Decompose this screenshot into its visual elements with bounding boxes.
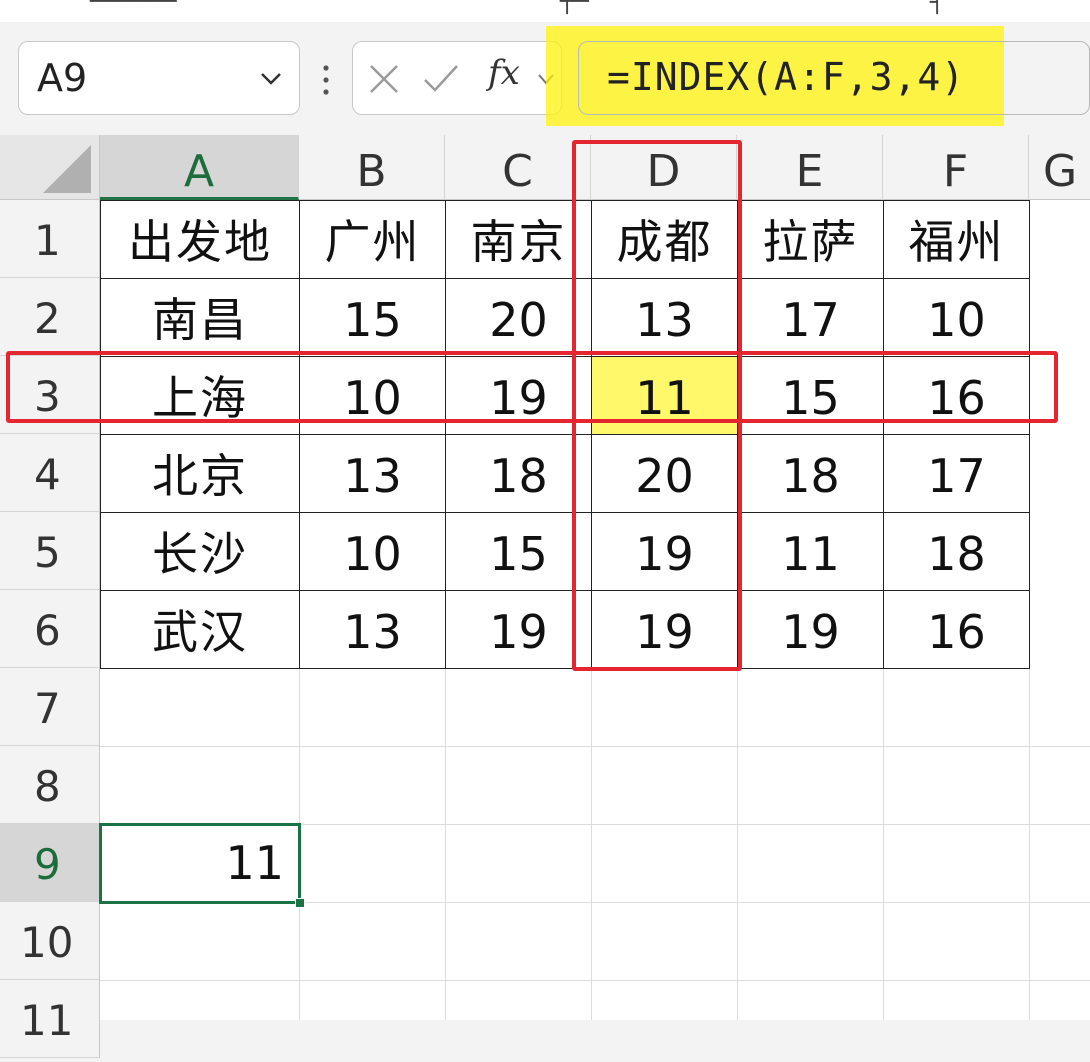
select-all-button[interactable]	[0, 135, 100, 200]
ribbon-fragment: ╕	[930, 0, 945, 14]
fill-handle[interactable]	[295, 898, 305, 908]
table-cell-b5[interactable]: 10	[299, 512, 446, 591]
ribbon-fragment: ━━━━━━	[90, 0, 177, 14]
table-cell-f1[interactable]: 福州	[883, 200, 1030, 279]
table-cell-f4[interactable]: 17	[883, 434, 1030, 513]
check-icon[interactable]	[421, 62, 461, 96]
row-header-6[interactable]: 6	[0, 590, 100, 668]
row-header-4[interactable]: 4	[0, 434, 100, 512]
name-box[interactable]: A9	[18, 41, 300, 115]
table-cell-b4[interactable]: 13	[299, 434, 446, 513]
table-cell-f2[interactable]: 10	[883, 278, 1030, 357]
table-cell-a6[interactable]: 武汉	[100, 590, 300, 669]
table-cell-b6[interactable]: 13	[299, 590, 446, 669]
table-cell-f6[interactable]: 16	[883, 590, 1030, 669]
column-header-b[interactable]: B	[299, 135, 445, 200]
insert-function-button[interactable]: fx	[488, 53, 520, 93]
table-cell-e5[interactable]: 11	[737, 512, 884, 591]
active-cell-a9[interactable]: 11	[99, 823, 301, 904]
table-cell-e4[interactable]: 18	[737, 434, 884, 513]
row-header-2[interactable]: 2	[0, 278, 100, 356]
row-3-annotation-box	[6, 351, 1058, 423]
column-header-a[interactable]: A	[100, 135, 299, 200]
select-all-icon	[43, 145, 91, 193]
table-cell-c5[interactable]: 15	[445, 512, 592, 591]
column-header-f[interactable]: F	[883, 135, 1029, 200]
table-cell-b2[interactable]: 15	[299, 278, 446, 357]
table-cell-f5[interactable]: 18	[883, 512, 1030, 591]
table-cell-e2[interactable]: 17	[737, 278, 884, 357]
row-header-7[interactable]: 7	[0, 668, 100, 746]
chevron-down-icon[interactable]	[257, 64, 285, 92]
row-header-9[interactable]: 9	[0, 824, 100, 902]
formula-text: =INDEX(A:F,3,4)	[607, 55, 966, 99]
formula-controls: fx	[352, 41, 562, 115]
row-header-10[interactable]: 10	[0, 902, 100, 980]
row-header-8[interactable]: 8	[0, 746, 100, 824]
cancel-icon[interactable]	[367, 62, 401, 96]
table-cell-e6[interactable]: 19	[737, 590, 884, 669]
ribbon-fragment: ┯┷	[560, 0, 589, 14]
column-header-e[interactable]: E	[737, 135, 883, 200]
ribbon-strip: ━━━━━━ ┯┷ ╕	[0, 0, 1090, 22]
more-vertical-icon[interactable]	[318, 60, 334, 100]
cell-value: 11	[225, 836, 284, 890]
table-cell-c2[interactable]: 20	[445, 278, 592, 357]
gridline	[100, 746, 1090, 747]
table-cell-a1[interactable]: 出发地	[100, 200, 300, 279]
table-cell-b1[interactable]: 广州	[299, 200, 446, 279]
row-header-11[interactable]: 11	[0, 980, 100, 1058]
table-cell-c6[interactable]: 19	[445, 590, 592, 669]
table-cell-c1[interactable]: 南京	[445, 200, 592, 279]
column-d-annotation-box	[572, 140, 742, 671]
column-header-c[interactable]: C	[445, 135, 591, 200]
table-cell-e1[interactable]: 拉萨	[737, 200, 884, 279]
column-header-g[interactable]: G	[1029, 135, 1090, 200]
formula-input[interactable]: =INDEX(A:F,3,4)	[578, 41, 1090, 115]
table-cell-a5[interactable]: 长沙	[100, 512, 300, 591]
name-box-value: A9	[37, 56, 88, 100]
row-header-1[interactable]: 1	[0, 200, 100, 278]
gridline	[100, 980, 1090, 981]
table-cell-a4[interactable]: 北京	[100, 434, 300, 513]
row-header-5[interactable]: 5	[0, 512, 100, 590]
table-cell-a2[interactable]: 南昌	[100, 278, 300, 357]
table-cell-c4[interactable]: 18	[445, 434, 592, 513]
